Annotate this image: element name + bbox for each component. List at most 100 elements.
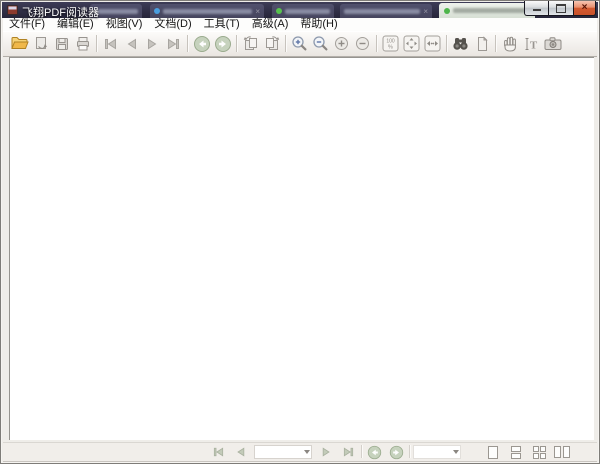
tab-close-icon: × [423,6,428,16]
next-page-button[interactable] [317,445,335,459]
binoculars-icon [453,38,468,50]
toolbar: 100 % T [3,31,597,57]
page-number-input[interactable] [255,446,302,458]
zoom-in-button[interactable] [331,33,352,55]
circle-plus-icon [335,37,348,50]
first-page-button[interactable] [209,445,227,459]
toolbar-separator [236,35,237,52]
blurred-tab-text [94,8,138,14]
toolbar-separator [446,35,447,52]
last-page-button[interactable] [339,445,357,459]
go-back-button[interactable] [191,33,212,55]
fit-width-button[interactable] [422,33,443,55]
tab-favicon-icon [444,7,450,14]
zoom-level-combo [413,445,461,459]
bookmark-button[interactable] [471,33,492,55]
menu-advanced[interactable]: 高级(A) [246,18,295,31]
statusbar [3,442,597,462]
text-select-button[interactable]: T [520,33,541,55]
save-copy-button[interactable] [30,33,51,55]
previous-page-button[interactable] [231,445,249,459]
last-page-button[interactable] [163,33,184,55]
find-button[interactable] [450,33,471,55]
background-tab [272,4,334,18]
open-button[interactable] [9,33,30,55]
tab-favicon-icon [276,8,282,14]
save-icon [55,37,68,50]
print-button[interactable] [72,33,93,55]
menu-tools[interactable]: 工具(T) [198,18,246,31]
go-back-button[interactable] [365,445,383,459]
text-select-icon: T [525,37,537,51]
blurred-tab-text [344,8,421,14]
previous-page-button[interactable] [121,33,142,55]
zoom-combo-dropdown[interactable] [451,446,460,458]
print-icon [76,36,89,50]
previous-page-icon [127,38,136,49]
rotate-left-button[interactable] [240,33,261,55]
camera-icon [544,37,562,50]
close-button[interactable]: × [574,1,596,16]
toolbar-separator [96,35,97,52]
menu-view[interactable]: 视图(V) [100,18,149,31]
go-forward-button[interactable] [387,445,405,459]
zoom-in-tool-button[interactable] [289,33,310,55]
first-page-icon [213,447,223,457]
menu-document[interactable]: 文档(D) [148,18,197,31]
go-forward-button[interactable] [212,33,233,55]
snapshot-button[interactable] [541,33,565,55]
toolbar-separator [376,35,377,52]
blurred-tab-text [285,8,330,14]
svg-text:T: T [529,39,537,51]
zoom-out-tool-button[interactable] [310,33,331,55]
hand-icon [503,36,516,52]
single-page-view-button[interactable] [483,444,503,460]
first-page-button[interactable] [100,33,121,55]
toolbar-separator [285,35,286,52]
minimize-button[interactable] [524,1,549,16]
statusbar-separator [361,445,362,458]
blurred-tab-text [163,8,253,14]
facing-pages-icon [532,445,546,459]
toolbar-separator [495,35,496,52]
zoom-level-input[interactable] [414,446,451,458]
circle-minus-icon [356,37,369,50]
window-controls: × [524,1,596,16]
zoom-out-button[interactable] [352,33,373,55]
single-page-icon [488,445,498,459]
maximize-icon [556,3,566,13]
facing-view-button[interactable] [529,444,549,460]
menu-help[interactable]: 帮助(H) [294,18,343,31]
background-tab-active [439,3,535,18]
forward-circle-icon [389,445,403,459]
hand-tool-button[interactable] [499,33,520,55]
rotate-right-icon [265,35,279,50]
continuous-icon [511,445,521,459]
next-page-button[interactable] [142,33,163,55]
next-page-icon [322,447,330,457]
blurred-tab-text [453,8,530,13]
maximize-button[interactable] [549,1,574,16]
fit-page-icon [403,35,420,52]
actual-size-icon: 100 % [382,35,399,52]
toolbar-separator [187,35,188,52]
window-title: 飞翔PDF阅读器 [22,7,99,19]
two-up-view-button[interactable] [552,444,572,460]
document-viewport[interactable] [9,57,594,440]
page-combo-dropdown[interactable] [302,446,311,458]
forward-circle-icon [214,35,231,52]
background-tab: × [150,4,264,18]
tab-close-icon: × [255,6,260,16]
minimize-icon [532,9,541,11]
chevron-down-icon [452,450,459,454]
fit-page-button[interactable] [401,33,422,55]
actual-size-button[interactable]: 100 % [380,33,401,55]
page-icon [477,35,488,51]
save-button[interactable] [51,33,72,55]
titlebar[interactable]: × × 飞翔PDF阅读器 × [2,1,598,19]
rotate-right-button[interactable] [261,33,282,55]
continuous-view-button[interactable] [506,444,526,460]
last-page-icon [168,38,179,49]
page-export-icon [35,36,47,49]
back-circle-icon [193,35,210,52]
